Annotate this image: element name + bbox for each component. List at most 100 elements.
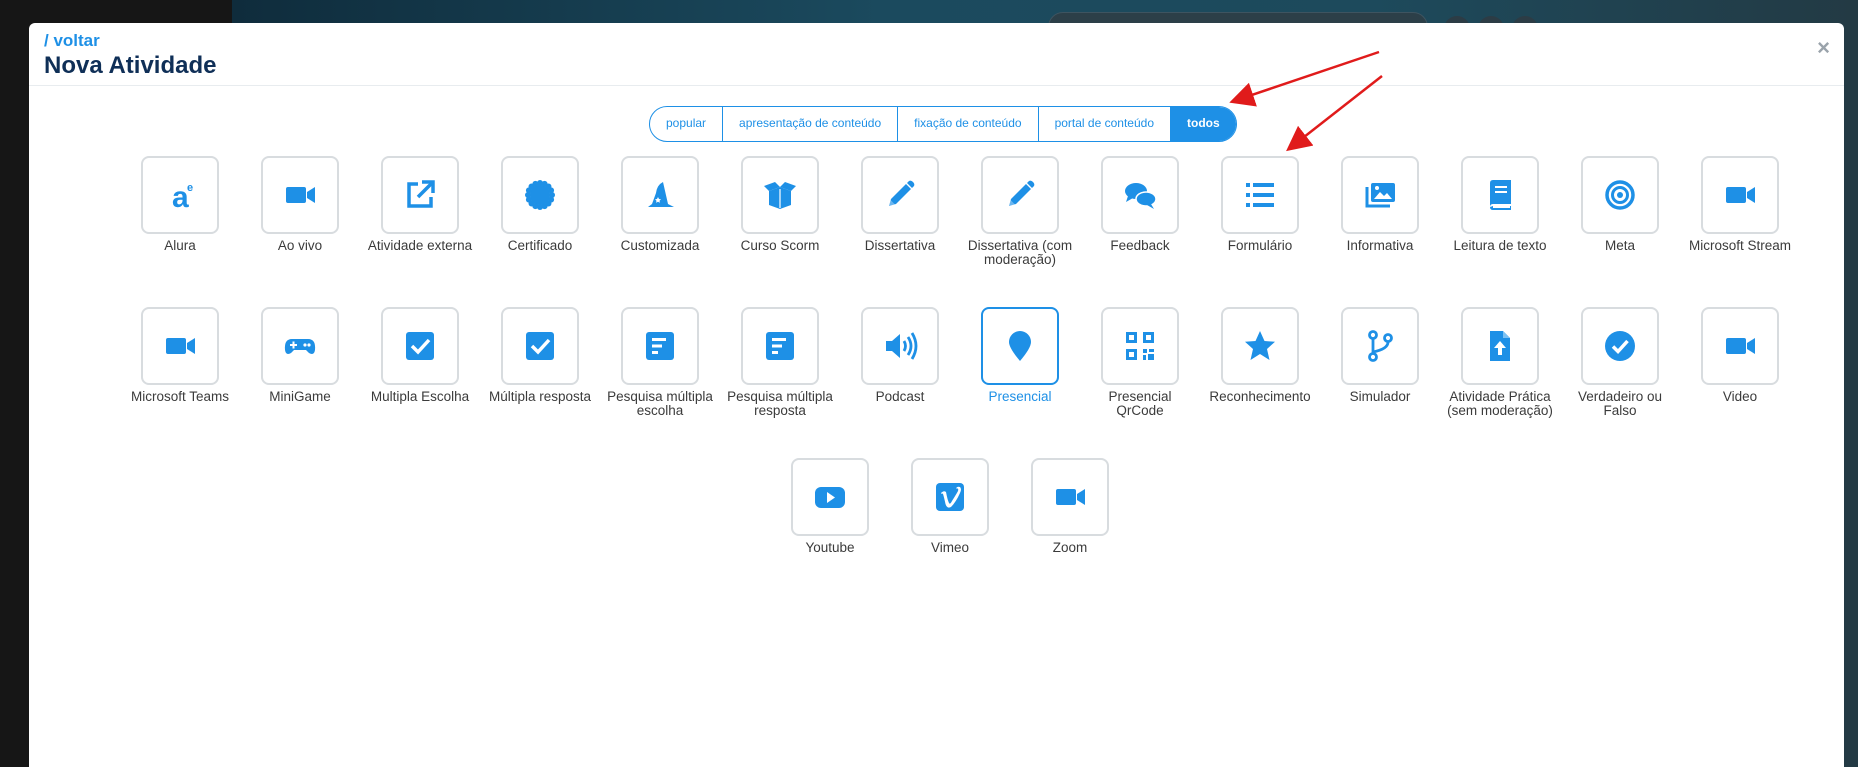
- activity-tile[interactable]: Pesquisa múltipla escolha: [600, 307, 720, 418]
- activity-label: Leitura de texto: [1453, 238, 1547, 253]
- activity-label: Certificado: [507, 238, 573, 253]
- activity-tile[interactable]: Vimeo: [890, 458, 1010, 555]
- activity-icon-box: [381, 156, 459, 234]
- activity-label: Verdadeiro ou Falso: [1577, 389, 1663, 418]
- branch-icon: [1368, 330, 1393, 362]
- activity-tile[interactable]: Dissertativa (com moderação): [960, 156, 1080, 267]
- activity-icon-box: [261, 307, 339, 385]
- new-activity-modal: / voltar Nova Atividade × popular apresen…: [29, 23, 1844, 767]
- activity-icon-box: [381, 307, 459, 385]
- activity-tile[interactable]: Ao vivo: [240, 156, 360, 267]
- activity-tile[interactable]: Presencial: [960, 307, 1080, 418]
- activity-icon-box: [1581, 307, 1659, 385]
- activity-icon-box: [1341, 156, 1419, 234]
- close-button[interactable]: ×: [1817, 37, 1830, 59]
- activity-tile[interactable]: Microsoft Stream: [1680, 156, 1800, 267]
- modal-header: / voltar Nova Atividade ×: [29, 23, 1844, 86]
- activity-tile[interactable]: Multipla Escolha: [360, 307, 480, 418]
- activity-tile[interactable]: Feedback: [1080, 156, 1200, 267]
- activity-tile[interactable]: Microsoft Teams: [120, 307, 240, 418]
- activity-tile[interactable]: Múltipla resposta: [480, 307, 600, 418]
- page-title: Nova Atividade: [44, 52, 217, 79]
- activity-icon-box: [1461, 156, 1539, 234]
- activity-label: Presencial QrCode: [1108, 389, 1172, 418]
- activity-icon-box: [501, 307, 579, 385]
- checkbox-icon: [526, 332, 554, 360]
- activity-tile[interactable]: Certificado: [480, 156, 600, 267]
- activity-label: Múltipla resposta: [488, 389, 592, 404]
- activity-tile[interactable]: Video: [1680, 307, 1800, 418]
- activity-icon-box: [861, 156, 939, 234]
- activity-tile[interactable]: MiniGame: [240, 307, 360, 418]
- check-circle-icon: [1605, 331, 1635, 361]
- svg-text:e: e: [187, 182, 193, 194]
- activity-row: Microsoft Teams MiniGame Multipla Escolha M…: [120, 307, 1780, 418]
- activity-icon-box: [741, 156, 819, 234]
- activity-icon-box: [791, 458, 869, 536]
- activity-icon-box: [1581, 156, 1659, 234]
- filter-tab[interactable]: apresentação de conteúdo: [723, 107, 899, 141]
- pencil-icon: [889, 180, 915, 206]
- list-icon: [1246, 183, 1274, 207]
- activity-tile[interactable]: Reconhecimento: [1200, 307, 1320, 418]
- activity-tile[interactable]: Curso Scorm: [720, 156, 840, 267]
- activity-icon-box: [1701, 307, 1779, 385]
- activity-tile[interactable]: Customizada: [600, 156, 720, 267]
- video-camera-icon: [166, 338, 195, 354]
- activity-tile[interactable]: a e Alura: [120, 156, 240, 267]
- activity-icon-box: [981, 307, 1059, 385]
- activity-tile[interactable]: Informativa: [1320, 156, 1440, 267]
- filter-tab[interactable]: portal de conteúdo: [1039, 107, 1171, 141]
- star-icon: [1245, 331, 1275, 360]
- external-link-icon: [407, 180, 435, 208]
- activity-label: Video: [1722, 389, 1758, 404]
- activity-icon-box: [741, 307, 819, 385]
- activity-tile[interactable]: Verdadeiro ou Falso: [1560, 307, 1680, 418]
- activity-label: Formulário: [1227, 238, 1293, 253]
- activity-tile[interactable]: Youtube: [770, 458, 890, 555]
- activity-tile[interactable]: Atividade externa: [360, 156, 480, 267]
- activity-tile[interactable]: Atividade Prática (sem moderação): [1440, 307, 1560, 418]
- certificate-icon: [525, 180, 555, 210]
- activity-label: Youtube: [805, 540, 855, 555]
- activity-label: Microsoft Teams: [130, 389, 230, 404]
- activity-label: Podcast: [875, 389, 925, 404]
- activity-tile[interactable]: Pesquisa múltipla resposta: [720, 307, 840, 418]
- activity-icon-box: [1701, 156, 1779, 234]
- book-icon: [1490, 180, 1511, 210]
- filter-tab[interactable]: popular: [650, 107, 724, 141]
- activity-label: Pesquisa múltipla escolha: [607, 389, 713, 418]
- back-link[interactable]: / voltar: [44, 31, 100, 51]
- target-icon: [1605, 180, 1635, 210]
- activity-tile[interactable]: Podcast: [840, 307, 960, 418]
- activity-tile[interactable]: Leitura de texto: [1440, 156, 1560, 267]
- activity-tile[interactable]: Zoom: [1010, 458, 1130, 555]
- activity-tile[interactable]: Presencial QrCode: [1080, 307, 1200, 418]
- wizard-hat-icon: [648, 182, 674, 207]
- activity-icon-box: [911, 458, 989, 536]
- vimeo-icon: [936, 483, 964, 511]
- activity-tile[interactable]: Dissertativa: [840, 156, 960, 267]
- activity-icon-box: [621, 307, 699, 385]
- activity-label: Zoom: [1052, 540, 1088, 555]
- activity-label: Presencial: [988, 389, 1052, 404]
- checkbox-icon: [406, 332, 434, 360]
- activity-tile[interactable]: Simulador: [1320, 307, 1440, 418]
- activity-label: Simulador: [1349, 389, 1411, 404]
- poll-icon: [646, 332, 674, 360]
- file-upload-icon: [1490, 331, 1510, 361]
- activity-icon-box: [141, 307, 219, 385]
- activity-label: Meta: [1604, 238, 1635, 253]
- poll-icon: [766, 332, 794, 360]
- activity-tile[interactable]: Formulário: [1200, 156, 1320, 267]
- activity-icon-box: [861, 307, 939, 385]
- activity-tile[interactable]: Meta: [1560, 156, 1680, 267]
- activity-icon-box: [1461, 307, 1539, 385]
- filter-tab[interactable]: todos: [1171, 107, 1236, 141]
- activity-label: Pesquisa múltipla resposta: [727, 389, 833, 418]
- video-camera-icon: [1056, 489, 1085, 505]
- filter-tab[interactable]: fixação de conteúdo: [898, 107, 1039, 141]
- activity-label: Microsoft Stream: [1688, 238, 1792, 253]
- activity-icon-box: [1101, 307, 1179, 385]
- video-camera-icon: [1726, 338, 1755, 354]
